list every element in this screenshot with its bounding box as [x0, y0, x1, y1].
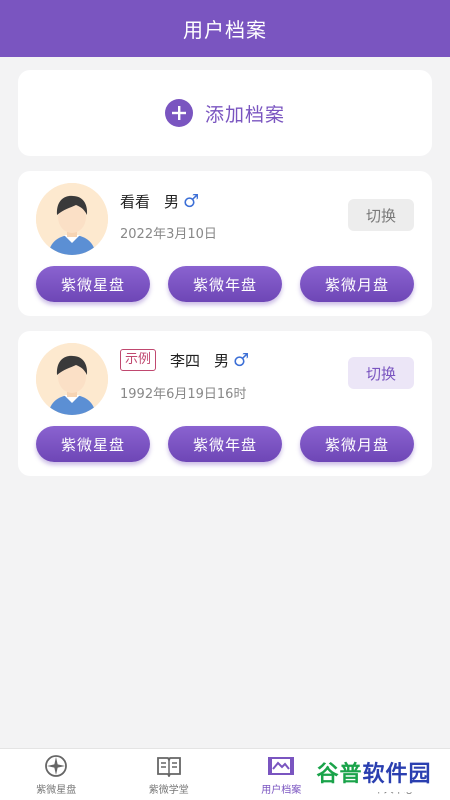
- ziwei-year-chart-button[interactable]: 紫微年盘: [168, 426, 282, 462]
- switch-button[interactable]: 切换: [348, 199, 414, 231]
- avatar: [36, 343, 108, 415]
- profile-name-row: 看看 男 ♂: [120, 191, 199, 212]
- tab-label: 用户档案: [261, 784, 302, 796]
- ziwei-month-chart-button[interactable]: 紫微月盘: [300, 426, 414, 462]
- profile-actions: 紫微星盘 紫微年盘 紫微月盘: [36, 426, 414, 462]
- compass-icon: [43, 754, 69, 778]
- profile-name: 看看: [120, 193, 151, 211]
- profile-name: 李四: [170, 351, 201, 370]
- watermark-text-part1: 谷普: [316, 762, 363, 787]
- profile-name-row: 示例 李四 男 ♂: [120, 349, 249, 371]
- profile-birth-date: 1992年6月19日16时: [120, 387, 247, 402]
- profile-card: 看看 男 ♂ 2022年3月10日 切换 紫微星盘 紫微年盘 紫微月盘: [18, 171, 432, 316]
- ziwei-star-chart-button[interactable]: 紫微星盘: [36, 426, 150, 462]
- tab-ziwei-school[interactable]: 紫微学堂: [113, 749, 226, 800]
- profile-card: 示例 李四 男 ♂ 1992年6月19日16时 切换 紫微星盘 紫微年盘 紫微月…: [18, 331, 432, 476]
- avatar: [36, 183, 108, 255]
- ziwei-year-chart-button[interactable]: 紫微年盘: [168, 266, 282, 302]
- tab-ziwei-star-chart[interactable]: 紫微星盘: [0, 749, 113, 800]
- tab-label: 紫微星盘: [36, 784, 77, 796]
- profile-gender: 男: [164, 193, 180, 211]
- add-profile-label: 添加档案: [204, 103, 285, 126]
- profile-folder-icon: [268, 754, 295, 778]
- profile-actions: 紫微星盘 紫微年盘 紫微月盘: [36, 266, 414, 302]
- app-header: 用户档案: [0, 0, 450, 57]
- switch-button[interactable]: 切换: [348, 357, 414, 389]
- tab-label: 紫微学堂: [148, 784, 189, 796]
- male-icon: ♂: [183, 191, 200, 212]
- ziwei-month-chart-button[interactable]: 紫微月盘: [300, 266, 414, 302]
- male-icon: ♂: [233, 349, 250, 371]
- watermark: 谷普软件园: [306, 752, 442, 792]
- book-icon: [156, 754, 182, 778]
- ziwei-star-chart-button[interactable]: 紫微星盘: [36, 266, 150, 302]
- profile-birth-date: 2022年3月10日: [120, 227, 217, 242]
- watermark-text-part2: 软件园: [362, 762, 432, 787]
- sample-tag: 示例: [120, 349, 157, 371]
- plus-circle-icon: [164, 99, 193, 127]
- add-profile-button[interactable]: 添加档案: [18, 70, 432, 156]
- page-title: 用户档案: [183, 18, 267, 42]
- profile-gender: 男: [214, 351, 230, 370]
